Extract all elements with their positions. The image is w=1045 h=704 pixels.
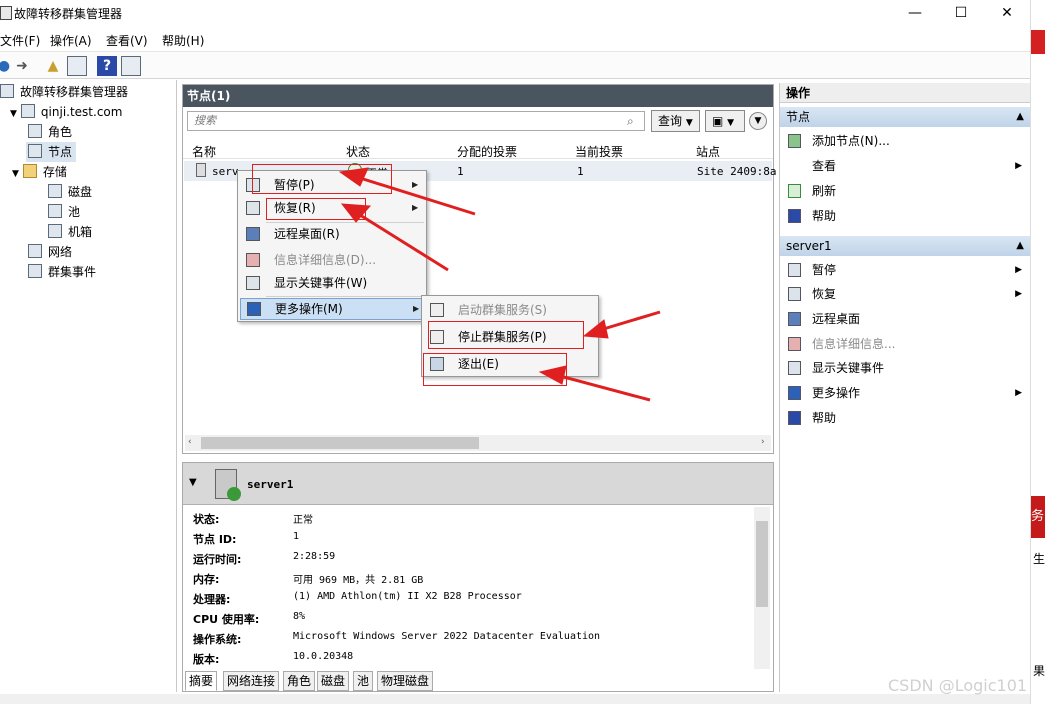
actions-pane: 操作 节点 ▲ 添加节点(N)... 查看 ▶ 刷新 帮助 server1 ▲ 暂停 ▶… [779, 83, 1030, 692]
info-icon [788, 337, 801, 351]
action-help-server[interactable]: 帮助 [780, 406, 1030, 430]
arrow-line-evict [559, 374, 651, 402]
submenu-arrow-icon: ▶ [1015, 161, 1022, 171]
arrow-line-pause [359, 176, 476, 216]
watermark: CSDN @Logic101 [888, 676, 1028, 695]
submenu-arrow-icon: ▶ [1015, 388, 1022, 398]
tab-disks[interactable]: 磁盘 [317, 671, 350, 691]
action-info-details: 信息详细信息... [780, 332, 1030, 356]
arrow-head-stop-service [582, 319, 609, 339]
pause-icon [788, 263, 801, 277]
action-pause[interactable]: 暂停 ▶ [780, 258, 1030, 282]
detail-pane: ▼ server1 状态: 正常 节点 ID: 1 运行时间: 2:28:59 内存:… [182, 462, 774, 692]
actions-section-nodes[interactable]: 节点 ▲ [780, 107, 1030, 127]
action-refresh[interactable]: 刷新 [780, 179, 1030, 203]
action-resume[interactable]: 恢复 ▶ [780, 282, 1030, 306]
vertical-scrollbar[interactable] [754, 507, 770, 669]
tab-physical-disks[interactable]: 物理磁盘 [377, 671, 434, 691]
red-banner-fragment: 务 [1031, 496, 1045, 538]
events-icon [788, 361, 801, 375]
detail-node-name: server1 [247, 478, 294, 491]
tab-network-connections[interactable]: 网络连接 [223, 671, 280, 691]
arrow-head-pause [338, 167, 369, 187]
status-bar [0, 694, 1030, 704]
tab-pools[interactable]: 池 [353, 671, 374, 691]
resume-icon [788, 287, 801, 301]
action-view[interactable]: 查看 ▶ [780, 154, 1030, 178]
tab-roles[interactable]: 角色 [283, 671, 316, 691]
submenu-arrow-icon: ▶ [1015, 265, 1022, 275]
tab-summary[interactable]: 摘要 [185, 671, 218, 691]
action-add-node[interactable]: 添加节点(N)... [780, 129, 1030, 153]
collapse-up-icon[interactable]: ▲ [1016, 107, 1024, 127]
action-more-actions[interactable]: 更多操作 ▶ [780, 381, 1030, 405]
more-actions-icon [788, 386, 801, 400]
actions-section-server1[interactable]: server1 ▲ [780, 236, 1030, 256]
collapse-up-icon[interactable]: ▲ [1016, 236, 1024, 256]
action-show-critical-events[interactable]: 显示关键事件 [780, 356, 1030, 380]
arrow-line-resume [359, 213, 449, 272]
detail-header: ▼ server1 [183, 463, 773, 505]
help-icon [788, 411, 801, 425]
arrow-head-evict [538, 365, 567, 385]
red-logo-fragment [1031, 30, 1045, 54]
refresh-icon [788, 184, 801, 198]
submenu-arrow-icon: ▶ [1015, 289, 1022, 299]
actions-header: 操作 [780, 83, 1030, 103]
action-remote-desktop[interactable]: 远程桌面 [780, 307, 1030, 331]
add-node-icon [788, 134, 801, 148]
status-up-icon [227, 487, 241, 501]
side-text-fragment: 生 [1033, 552, 1045, 566]
background-window-edge: 务 生 果 [1030, 0, 1045, 704]
chevron-down-icon[interactable]: ▼ [189, 477, 197, 488]
scrollbar-thumb[interactable] [756, 521, 768, 607]
arrow-line-stop-service [599, 310, 661, 332]
detail-tabs: 摘要 网络连接 角色 磁盘 池 物理磁盘 [183, 671, 773, 691]
side-text-fragment-2: 果 [1033, 664, 1045, 678]
remote-desktop-icon [788, 312, 801, 326]
action-help[interactable]: 帮助 [780, 204, 1030, 228]
help-icon [788, 209, 801, 223]
